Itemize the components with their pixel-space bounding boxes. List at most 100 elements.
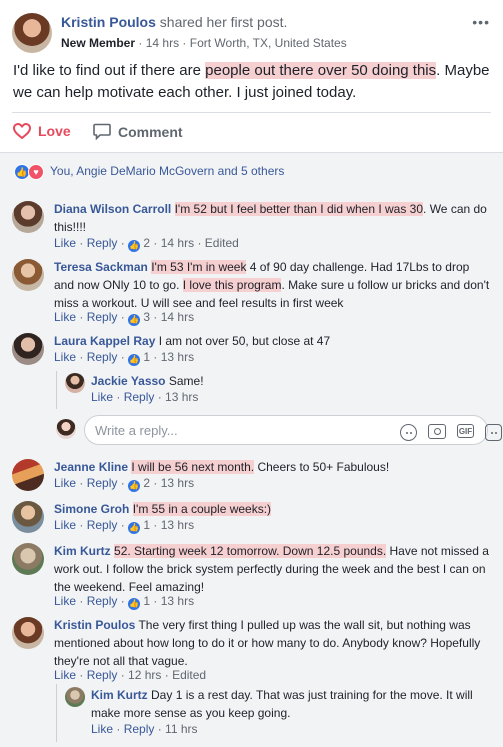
more-horizontal-icon[interactable]: ••• bbox=[472, 14, 490, 30]
comment-button[interactable]: Comment bbox=[93, 123, 183, 140]
replier-name[interactable]: Jackie Yasso bbox=[91, 374, 166, 388]
commenter-name[interactable]: Laura Kappel Ray bbox=[54, 334, 155, 348]
commenter-avatar[interactable] bbox=[12, 333, 44, 365]
reaction-summary[interactable]: You, Angie DeMario McGovern and 5 others bbox=[50, 164, 284, 178]
post-meta: New Member · 14 hrs · Fort Worth, TX, Un… bbox=[61, 36, 347, 50]
comment-item: Jeanne Kline I will be 56 next month. Ch… bbox=[12, 458, 492, 494]
post-text: I'd like to find out if there are people… bbox=[13, 62, 490, 101]
reply-link[interactable]: Reply bbox=[87, 594, 118, 608]
commenter-name[interactable]: Simone Groh bbox=[54, 502, 129, 516]
commenter-name[interactable]: Diana Wilson Carroll bbox=[54, 202, 171, 216]
like-link[interactable]: Like bbox=[91, 722, 113, 736]
divider bbox=[12, 112, 491, 113]
post-actions: Love Comment bbox=[13, 120, 491, 144]
replier-avatar[interactable] bbox=[65, 373, 85, 393]
comment-item: Teresa Sackman I'm 53 I'm in week 4 of 9… bbox=[12, 258, 492, 330]
reply-time[interactable]: 11 hrs bbox=[165, 722, 197, 736]
like-icon: 👍 bbox=[128, 313, 141, 326]
like-link[interactable]: Like bbox=[54, 310, 76, 324]
love-button[interactable]: Love bbox=[13, 123, 71, 139]
comment-time[interactable]: 13 hrs bbox=[161, 594, 194, 608]
comment-actions: Like · Reply · 👍 1 · 13 hrs bbox=[54, 594, 195, 610]
comment-bubble-icon bbox=[93, 123, 111, 140]
reply-link[interactable]: Reply bbox=[87, 350, 118, 364]
comment-item: Laura Kappel Ray I am not over 50, but c… bbox=[12, 332, 492, 368]
like-icon: 👍 bbox=[128, 353, 141, 366]
post-header: Kristin Poulos shared her first post. Ne… bbox=[12, 12, 492, 54]
commenter-avatar[interactable] bbox=[12, 543, 44, 575]
comment-actions: Like · Reply · 👍 2 · 14 hrs · Edited bbox=[54, 236, 239, 252]
post-highlight: people out there over 50 doing this bbox=[205, 62, 437, 79]
like-icon: 👍 bbox=[128, 597, 141, 610]
gif-icon[interactable]: GIF bbox=[457, 424, 474, 438]
replier-name[interactable]: Kim Kurtz bbox=[91, 688, 148, 702]
like-link[interactable]: Like bbox=[54, 236, 76, 250]
author-line: Kristin Poulos shared her first post. bbox=[61, 14, 287, 30]
comment-body: Kim Kurtz 52. Starting week 12 tomorrow.… bbox=[54, 544, 489, 594]
comment-time[interactable]: 12 hrs bbox=[128, 668, 161, 682]
commenter-name[interactable]: Teresa Sackman bbox=[54, 260, 148, 274]
comment-body: Kristin Poulos The very first thing I pu… bbox=[54, 618, 481, 668]
comments-list: Diana Wilson Carroll I'm 52 but I feel b… bbox=[0, 188, 503, 747]
composer-icons: GIF bbox=[400, 424, 502, 441]
post-location[interactable]: Fort Worth, TX, United States bbox=[190, 36, 347, 50]
comment-actions: Like · Reply · 👍 3 · 14 hrs bbox=[54, 310, 195, 326]
like-link[interactable]: Like bbox=[54, 518, 76, 532]
reply-link[interactable]: Reply bbox=[87, 310, 118, 324]
comment-actions: Like · Reply · 👍 1 · 13 hrs bbox=[54, 518, 195, 534]
love-label: Love bbox=[38, 123, 71, 139]
reply-time[interactable]: 13 hrs bbox=[165, 390, 198, 404]
post-time[interactable]: 14 hrs bbox=[146, 36, 179, 50]
post-author-name[interactable]: Kristin Poulos bbox=[61, 14, 156, 30]
like-link[interactable]: Like bbox=[54, 350, 76, 364]
reply-link[interactable]: Reply bbox=[87, 476, 118, 490]
like-link[interactable]: Like bbox=[54, 668, 76, 682]
reactions-bar: 👍 ♥ You, Angie DeMario McGovern and 5 ot… bbox=[0, 152, 503, 188]
camera-icon[interactable] bbox=[428, 424, 446, 439]
like-link[interactable]: Like bbox=[91, 390, 113, 404]
comment-time[interactable]: 13 hrs bbox=[161, 476, 194, 490]
reply-thread: Kim Kurtz Day 1 is a rest day. That was … bbox=[56, 684, 492, 742]
sticker-icon[interactable] bbox=[485, 424, 502, 441]
comment-time[interactable]: 13 hrs bbox=[161, 350, 194, 364]
reply-composer: GIF bbox=[56, 412, 502, 448]
commenter-avatar[interactable] bbox=[12, 201, 44, 233]
comment-actions: Like · Reply · 👍 1 · 13 hrs bbox=[54, 350, 195, 366]
comment-label: Comment bbox=[118, 123, 183, 140]
comment-body: Simone Groh I'm 55 in a couple weeks:) bbox=[54, 502, 272, 516]
comment-time[interactable]: 14 hrs bbox=[161, 310, 194, 324]
edited-label[interactable]: Edited bbox=[205, 236, 239, 250]
comment-time[interactable]: 13 hrs bbox=[161, 518, 194, 532]
reaction-icons[interactable]: 👍 ♥ bbox=[14, 164, 44, 180]
commenter-avatar[interactable] bbox=[12, 459, 44, 491]
like-link[interactable]: Like bbox=[54, 476, 76, 490]
reply-link[interactable]: Reply bbox=[124, 390, 155, 404]
comment-item: Diana Wilson Carroll I'm 52 but I feel b… bbox=[12, 200, 492, 252]
reply-thread: Jackie Yasso Same! Like · Reply · 13 hrs bbox=[56, 371, 492, 409]
reply-actions: Like · Reply · 11 hrs bbox=[91, 722, 198, 736]
post-author-avatar[interactable] bbox=[12, 13, 52, 53]
emoji-icon[interactable] bbox=[400, 424, 417, 441]
reply-link[interactable]: Reply bbox=[124, 722, 155, 736]
comment-actions: Like · Reply · 👍 2 · 13 hrs bbox=[54, 476, 195, 492]
reply-body: Jackie Yasso Same! bbox=[91, 374, 204, 388]
love-icon: ♥ bbox=[28, 164, 44, 180]
comment-actions: Like · Reply · 12 hrs · Edited bbox=[54, 668, 207, 682]
commenter-name[interactable]: Kristin Poulos bbox=[54, 618, 135, 632]
commenter-name[interactable]: Kim Kurtz bbox=[54, 544, 111, 558]
commenter-avatar[interactable] bbox=[12, 501, 44, 533]
reply-link[interactable]: Reply bbox=[87, 236, 118, 250]
comment-time[interactable]: 14 hrs bbox=[161, 236, 194, 250]
reply-actions: Like · Reply · 13 hrs bbox=[91, 390, 199, 404]
heart-icon bbox=[13, 123, 31, 139]
commenter-avatar[interactable] bbox=[12, 259, 44, 291]
new-member-badge: New Member bbox=[61, 36, 136, 50]
reply-link[interactable]: Reply bbox=[87, 668, 118, 682]
comment-item: Simone Groh I'm 55 in a couple weeks:) L… bbox=[12, 500, 492, 536]
like-link[interactable]: Like bbox=[54, 594, 76, 608]
commenter-avatar[interactable] bbox=[12, 617, 44, 649]
replier-avatar[interactable] bbox=[65, 687, 85, 707]
reply-link[interactable]: Reply bbox=[87, 518, 118, 532]
edited-label[interactable]: Edited bbox=[172, 668, 206, 682]
commenter-name[interactable]: Jeanne Kline bbox=[54, 460, 128, 474]
